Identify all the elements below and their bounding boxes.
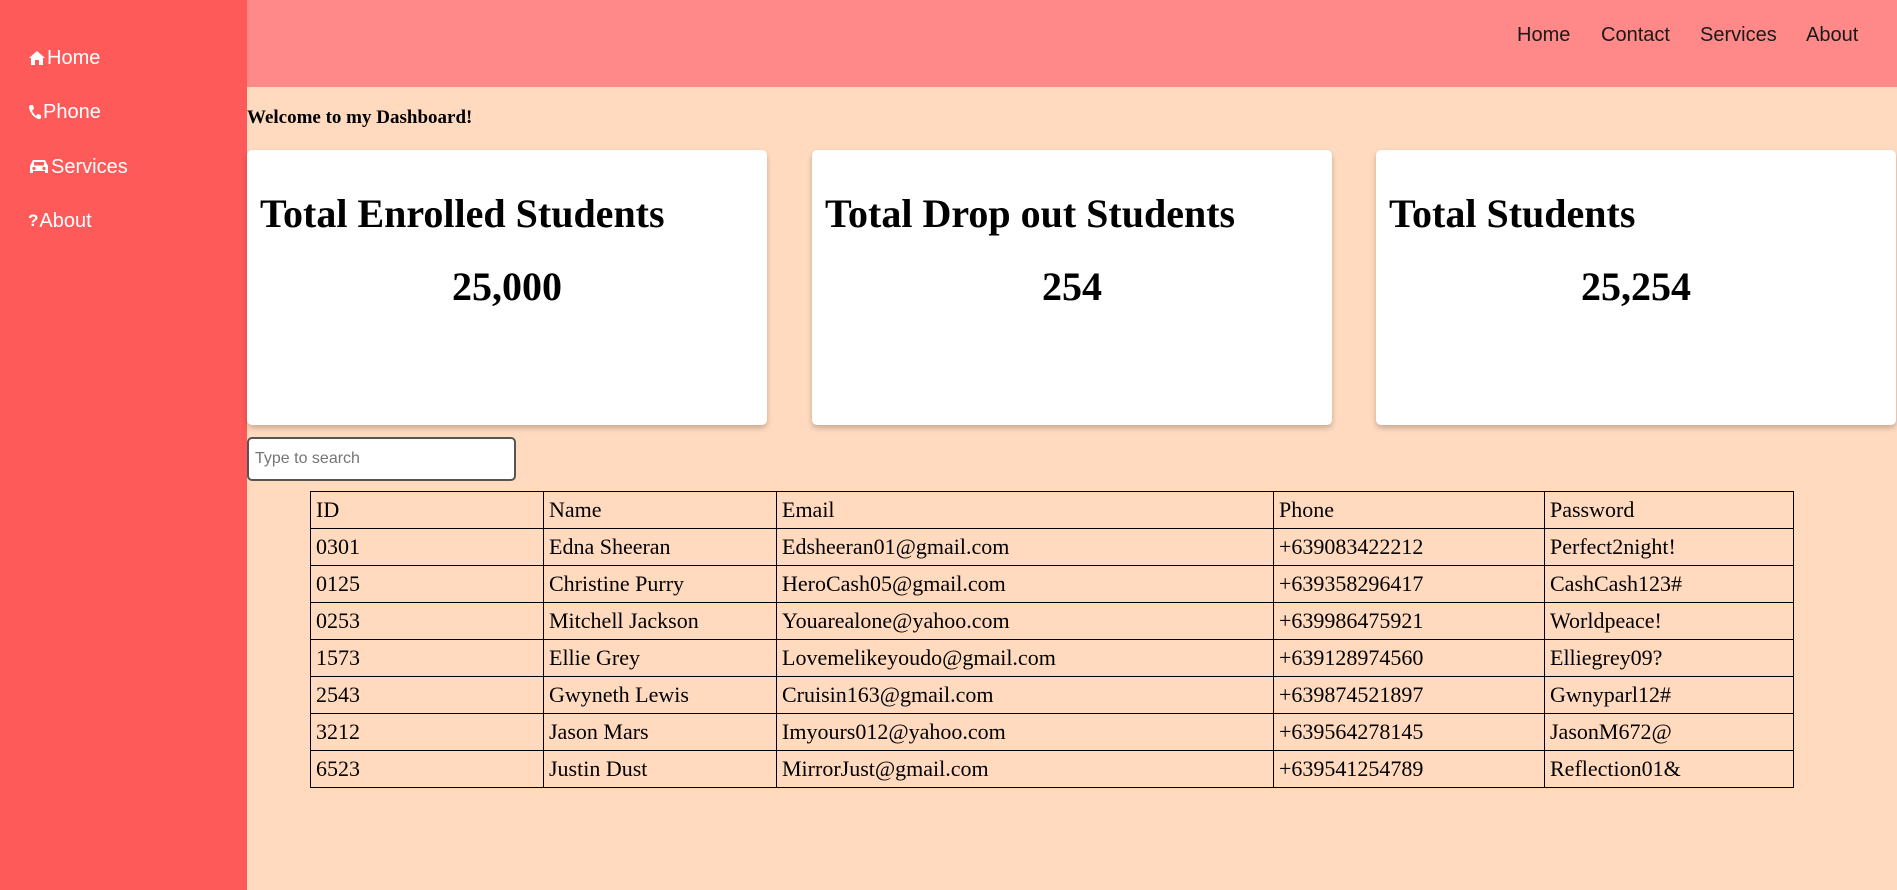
cell-name: Ellie Grey	[543, 639, 777, 677]
cell-password: Perfect2night!	[1544, 528, 1794, 566]
phone-icon	[28, 104, 42, 120]
stat-card-enrolled: Total Enrolled Students 25,000	[247, 150, 767, 425]
column-header-name: Name	[543, 491, 777, 529]
sidebar-item-phone[interactable]: Phone	[28, 100, 101, 124]
cell-name: Edna Sheeran	[543, 528, 777, 566]
cell-password: Elliegrey09?	[1544, 639, 1794, 677]
cell-id: 0125	[310, 565, 544, 603]
sidebar-item-services[interactable]: Services	[28, 155, 128, 179]
search-input[interactable]	[247, 437, 516, 481]
cell-name: Gwyneth Lewis	[543, 676, 777, 714]
cell-password: JasonM672@	[1544, 713, 1794, 751]
table-row: 1573 Ellie Grey Lovemelikeyoudo@gmail.co…	[310, 639, 1794, 677]
table-row: 6523 Justin Dust MirrorJust@gmail.com +6…	[310, 750, 1794, 788]
stat-card-total: Total Students 25,254	[1376, 150, 1896, 425]
question-icon: ?	[28, 211, 39, 230]
cell-email: Youarealone@yahoo.com	[776, 602, 1274, 640]
cell-phone: +639986475921	[1273, 602, 1545, 640]
nav-link-contact[interactable]: Contact	[1601, 24, 1670, 47]
nav-link-about[interactable]: About	[1806, 24, 1858, 47]
cell-password: Reflection01&	[1544, 750, 1794, 788]
sidebar-item-label: Phone	[43, 100, 101, 123]
cell-password: Worldpeace!	[1544, 602, 1794, 640]
cell-name: Christine Purry	[543, 565, 777, 603]
sidebar-item-label: About	[39, 209, 92, 232]
home-icon	[28, 50, 46, 66]
cell-id: 3212	[310, 713, 544, 751]
cell-email: Edsheeran01@gmail.com	[776, 528, 1274, 566]
cell-id: 6523	[310, 750, 544, 788]
table-row: 0301 Edna Sheeran Edsheeran01@gmail.com …	[310, 528, 1794, 566]
top-navbar: Home Contact Services About	[247, 0, 1897, 87]
cell-name: Jason Mars	[543, 713, 777, 751]
nav-link-services[interactable]: Services	[1700, 24, 1777, 47]
cell-password: CashCash123#	[1544, 565, 1794, 603]
stat-card-value: 25,000	[452, 264, 562, 309]
cell-email: Cruisin163@gmail.com	[776, 676, 1274, 714]
cell-id: 1573	[310, 639, 544, 677]
cell-name: Justin Dust	[543, 750, 777, 788]
stat-card-title: Total Enrolled Students	[260, 191, 665, 236]
cell-name: Mitchell Jackson	[543, 602, 777, 640]
sidebar-item-home[interactable]: Home	[28, 46, 100, 70]
nav-link-home[interactable]: Home	[1517, 24, 1570, 47]
cell-phone: +639083422212	[1273, 528, 1545, 566]
stat-card-title: Total Drop out Students	[825, 191, 1236, 236]
welcome-heading: Welcome to my Dashboard!	[247, 107, 473, 128]
stat-card-dropout: Total Drop out Students 254	[812, 150, 1332, 425]
cell-phone: +639358296417	[1273, 565, 1545, 603]
cell-email: Imyours012@yahoo.com	[776, 713, 1274, 751]
table-row: 0253 Mitchell Jackson Youarealone@yahoo.…	[310, 602, 1794, 640]
sidebar-item-about[interactable]: ? About	[28, 209, 92, 233]
cell-phone: +639128974560	[1273, 639, 1545, 677]
car-icon	[28, 158, 50, 176]
cell-email: Lovemelikeyoudo@gmail.com	[776, 639, 1274, 677]
table-row: 0125 Christine Purry HeroCash05@gmail.co…	[310, 565, 1794, 603]
sidebar-item-label: Services	[51, 155, 128, 178]
stat-card-title: Total Students	[1389, 191, 1636, 236]
cell-password: Gwnyparl12#	[1544, 676, 1794, 714]
sidebar: Home Phone Services ? About	[0, 0, 247, 890]
cell-id: 0253	[310, 602, 544, 640]
column-header-id: ID	[310, 491, 544, 529]
sidebar-item-label: Home	[47, 46, 101, 69]
students-table: ID Name Email Phone Password 0301 Edna S…	[310, 491, 1794, 788]
cell-id: 2543	[310, 676, 544, 714]
cell-email: HeroCash05@gmail.com	[776, 565, 1274, 603]
table-row: 3212 Jason Mars Imyours012@yahoo.com +63…	[310, 713, 1794, 751]
column-header-password: Password	[1544, 491, 1794, 529]
column-header-email: Email	[776, 491, 1274, 529]
table-header-row: ID Name Email Phone Password	[310, 491, 1794, 529]
column-header-phone: Phone	[1273, 491, 1545, 529]
stat-card-value: 25,254	[1581, 264, 1691, 309]
cell-id: 0301	[310, 528, 544, 566]
table-row: 2543 Gwyneth Lewis Cruisin163@gmail.com …	[310, 676, 1794, 714]
cell-email: MirrorJust@gmail.com	[776, 750, 1274, 788]
cell-phone: +639541254789	[1273, 750, 1545, 788]
cell-phone: +639874521897	[1273, 676, 1545, 714]
cell-phone: +639564278145	[1273, 713, 1545, 751]
stat-card-value: 254	[1042, 264, 1102, 309]
